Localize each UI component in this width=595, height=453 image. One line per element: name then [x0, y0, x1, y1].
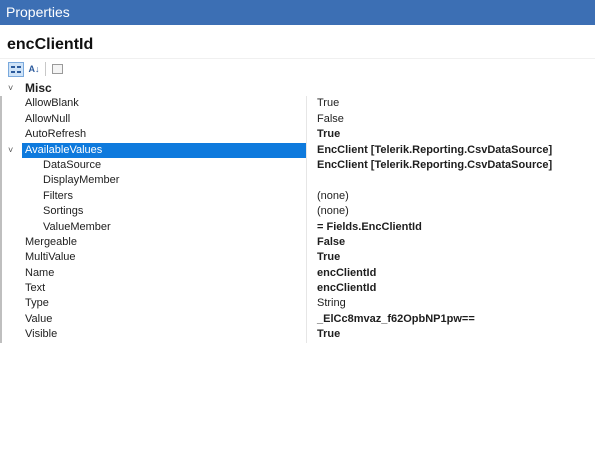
property-pages-icon[interactable]: [50, 62, 66, 77]
category-label: Misc: [25, 81, 52, 95]
property-value[interactable]: encClientId: [317, 281, 376, 296]
property-name: Value: [25, 312, 53, 325]
selected-object-name: encClientId: [7, 36, 94, 53]
property-value[interactable]: False: [317, 235, 345, 250]
property-name: DataSource: [43, 158, 102, 171]
property-row[interactable]: ValueMember = Fields.EncClientId: [0, 219, 595, 235]
row-left-margin: [0, 327, 2, 343]
alphabetical-sort-icon[interactable]: A↓: [26, 62, 42, 77]
row-left-margin: [0, 265, 2, 282]
property-name: MultiValue: [25, 251, 76, 264]
expand-chevron-icon[interactable]: ˅: [8, 143, 18, 158]
property-name: AllowBlank: [25, 97, 79, 110]
property-value[interactable]: False: [317, 112, 344, 127]
column-divider: [306, 127, 307, 143]
property-name: Text: [25, 282, 46, 295]
column-divider: [306, 111, 307, 128]
toolbar-separator: [45, 62, 46, 76]
column-divider: [306, 188, 307, 205]
property-row[interactable]: AutoRefresh True: [0, 127, 595, 143]
property-value[interactable]: String: [317, 296, 346, 311]
property-row[interactable]: Visible True: [0, 327, 595, 343]
property-value[interactable]: True: [317, 327, 340, 342]
property-name: AllowNull: [25, 112, 71, 125]
property-name: AvailableValues: [25, 143, 103, 156]
property-value[interactable]: encClientId: [317, 266, 376, 281]
property-name: Mergeable: [25, 235, 77, 248]
category-row-misc[interactable]: ˅ Misc: [0, 81, 595, 96]
property-name: AutoRefresh: [25, 128, 87, 141]
row-left-margin: [0, 281, 2, 297]
row-left-margin: [0, 219, 2, 235]
property-row[interactable]: Text encClientId: [0, 281, 595, 297]
property-value[interactable]: = Fields.EncClientId: [317, 220, 422, 235]
row-left-margin: [0, 157, 2, 174]
column-divider: [306, 311, 307, 328]
property-name: Visible: [25, 328, 58, 341]
row-left-margin: [0, 142, 2, 158]
row-left-margin: [0, 127, 2, 143]
column-divider: [306, 96, 307, 112]
row-left-margin: [0, 204, 2, 220]
property-name: Filters: [43, 189, 73, 202]
property-row[interactable]: DataSource EncClient [Telerik.Reporting.C…: [0, 157, 595, 174]
property-value[interactable]: (none): [317, 189, 349, 204]
property-name: ValueMember: [43, 220, 111, 233]
property-value[interactable]: True: [317, 127, 340, 142]
properties-window: Properties encClientId A↓ ˅ Misc AllowBl…: [0, 0, 595, 453]
column-divider: [306, 265, 307, 282]
column-divider: [306, 219, 307, 235]
column-divider: [306, 142, 307, 158]
toolbar: A↓: [0, 58, 595, 80]
column-divider: [306, 234, 307, 251]
row-left-margin: [0, 173, 2, 189]
property-grid: ˅ Misc AllowBlank True AllowNull False AutoR…: [0, 81, 595, 343]
row-left-margin: [0, 188, 2, 205]
property-row[interactable]: DisplayMember: [0, 173, 595, 189]
property-name: DisplayMember: [43, 174, 120, 187]
column-divider: [306, 157, 307, 174]
row-left-margin: [0, 250, 2, 266]
panel-title: Properties: [0, 0, 595, 25]
property-name: Name: [25, 266, 55, 279]
property-row[interactable]: Name encClientId: [0, 265, 595, 282]
property-value[interactable]: EncClient [Telerik.Reporting.CsvDataSour…: [317, 158, 552, 173]
property-row[interactable]: MultiValue True: [0, 250, 595, 266]
property-row[interactable]: Value _ElCc8mvaz_f62OpbNP1pw==: [0, 311, 595, 328]
column-divider: [306, 250, 307, 266]
row-left-margin: [0, 311, 2, 328]
column-divider: [306, 296, 307, 312]
row-left-margin: [0, 111, 2, 128]
property-name: Type: [25, 297, 49, 310]
property-value[interactable]: True: [317, 250, 340, 265]
collapse-chevron-icon[interactable]: ˅: [8, 81, 18, 96]
property-value[interactable]: EncClient [Telerik.Reporting.CsvDataSour…: [317, 143, 552, 158]
property-value[interactable]: _ElCc8mvaz_f62OpbNP1pw==: [317, 312, 475, 327]
row-left-margin: [0, 96, 2, 112]
property-row[interactable]: AllowBlank True: [0, 96, 595, 112]
property-row[interactable]: Type String: [0, 296, 595, 312]
property-name: Sortings: [43, 205, 84, 218]
row-left-margin: [0, 296, 2, 312]
property-row[interactable]: Mergeable False: [0, 234, 595, 251]
row-left-margin: [0, 234, 2, 251]
column-divider: [306, 327, 307, 343]
property-value[interactable]: True: [317, 96, 339, 111]
property-row[interactable]: Sortings (none): [0, 204, 595, 220]
property-row[interactable]: Filters (none): [0, 188, 595, 205]
property-row[interactable]: ˅ AvailableValues EncClient [Telerik.Repor…: [0, 142, 595, 158]
property-row[interactable]: AllowNull False: [0, 111, 595, 128]
column-divider: [306, 173, 307, 189]
property-value[interactable]: (none): [317, 204, 349, 219]
column-divider: [306, 204, 307, 220]
column-divider: [306, 281, 307, 297]
categorized-icon[interactable]: [8, 62, 24, 77]
